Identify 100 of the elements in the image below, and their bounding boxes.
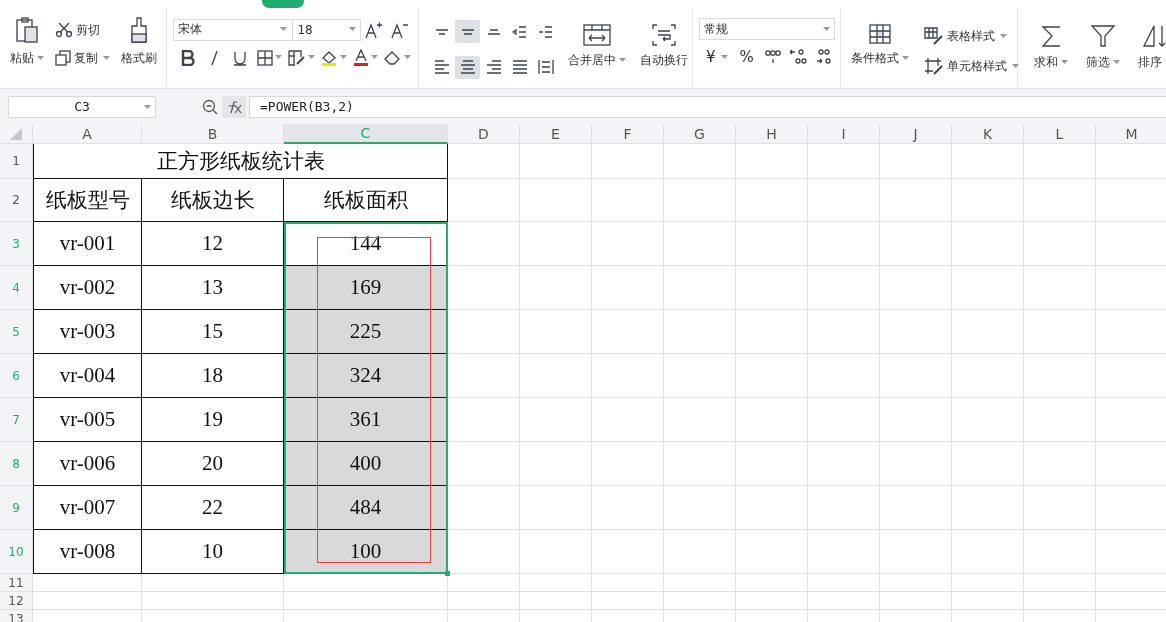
empty-cell bbox=[1024, 222, 1096, 266]
thousands-icon bbox=[763, 48, 782, 66]
copy-icon bbox=[55, 50, 71, 66]
align-icon bbox=[458, 58, 477, 76]
empty-cell bbox=[880, 222, 952, 266]
name-box[interactable]: C3 bbox=[8, 95, 156, 118]
table-style-button[interactable]: 表格样式 bbox=[921, 24, 1022, 48]
column-header[interactable]: K bbox=[952, 124, 1024, 144]
table-cell: vr-002 bbox=[33, 266, 142, 310]
empty-cell bbox=[592, 592, 664, 610]
table-cell: 361 bbox=[284, 398, 448, 442]
empty-cell bbox=[880, 530, 952, 574]
table-cell: vr-004 bbox=[33, 354, 142, 398]
wrap-text-button[interactable]: 自动换行 bbox=[636, 14, 692, 87]
sort-button[interactable]: 排序 bbox=[1134, 14, 1166, 87]
row-header[interactable]: 11 bbox=[0, 574, 33, 592]
column-header[interactable]: D bbox=[448, 124, 520, 144]
currency-button[interactable]: ¥ bbox=[703, 45, 731, 69]
sigma-icon bbox=[1040, 24, 1062, 48]
empty-cell bbox=[952, 486, 1024, 530]
caret-icon bbox=[37, 56, 44, 61]
bold-icon bbox=[181, 49, 195, 66]
sum-button[interactable]: 求和 bbox=[1030, 14, 1072, 87]
filter-button[interactable]: 筛选 bbox=[1082, 14, 1124, 87]
number-format-field[interactable]: 常规 bbox=[699, 18, 835, 40]
row-header[interactable]: 2 bbox=[0, 179, 33, 222]
font-name-field[interactable]: 宋体 bbox=[173, 18, 292, 41]
column-header[interactable]: E bbox=[520, 124, 592, 144]
column-header[interactable]: A bbox=[33, 124, 142, 144]
table-brush-icon bbox=[924, 27, 944, 45]
column-title: 纸板型号 bbox=[33, 179, 142, 222]
table-grid-icon bbox=[869, 24, 891, 44]
underline-icon bbox=[233, 49, 248, 66]
empty-cell bbox=[880, 144, 952, 179]
paste-button[interactable]: 粘贴 bbox=[6, 14, 48, 87]
empty-cell bbox=[592, 530, 664, 574]
merge-center-button[interactable]: 合并居中 bbox=[564, 14, 630, 87]
empty-cell bbox=[808, 574, 880, 592]
empty-cell bbox=[736, 266, 808, 310]
empty-cell bbox=[736, 179, 808, 222]
table-cell: 13 bbox=[142, 266, 284, 310]
empty-cell bbox=[808, 398, 880, 442]
cell-brush-icon bbox=[924, 57, 944, 75]
empty-cell bbox=[736, 354, 808, 398]
align-icon bbox=[432, 58, 451, 76]
percent-button[interactable]: % bbox=[736, 45, 757, 69]
grid-icon bbox=[256, 49, 273, 66]
empty-cell bbox=[520, 266, 592, 310]
row-header[interactable]: 12 bbox=[0, 592, 33, 610]
column-header[interactable]: H bbox=[736, 124, 808, 144]
empty-cell bbox=[736, 442, 808, 486]
empty-cell bbox=[664, 530, 736, 574]
format-painter-button[interactable]: 格式刷 bbox=[117, 14, 161, 87]
empty-cell bbox=[1024, 179, 1096, 222]
empty-cell bbox=[592, 398, 664, 442]
table-cell: 324 bbox=[284, 354, 448, 398]
caret-icon bbox=[619, 58, 626, 63]
empty-cell bbox=[448, 222, 520, 266]
column-header[interactable]: L bbox=[1024, 124, 1096, 144]
column-header[interactable]: M bbox=[1096, 124, 1166, 144]
fill-handle[interactable] bbox=[445, 571, 450, 576]
row-header[interactable]: 13 bbox=[0, 610, 33, 622]
column-header[interactable]: F bbox=[592, 124, 664, 144]
caret-icon bbox=[1061, 60, 1068, 65]
merge-cells-icon bbox=[583, 24, 611, 46]
empty-cell bbox=[592, 222, 664, 266]
align-button[interactable] bbox=[455, 55, 480, 79]
empty-cell bbox=[520, 354, 592, 398]
empty-cell bbox=[808, 266, 880, 310]
column-header[interactable]: B bbox=[142, 124, 284, 144]
empty-cell bbox=[592, 354, 664, 398]
zoom-icon[interactable] bbox=[202, 98, 218, 115]
table-cell: 20 bbox=[142, 442, 284, 486]
empty-cell bbox=[952, 530, 1024, 574]
font-size-field[interactable]: 18 bbox=[292, 18, 362, 41]
table-cell: vr-006 bbox=[33, 442, 142, 486]
font-color-icon bbox=[353, 48, 370, 67]
brush-icon bbox=[129, 16, 149, 44]
column-header[interactable]: I bbox=[808, 124, 880, 144]
pencil-grid-icon bbox=[287, 49, 306, 66]
empty-cell bbox=[808, 442, 880, 486]
formula-field[interactable]: =POWER(B3,2) bbox=[249, 95, 1166, 118]
column-header[interactable]: G bbox=[664, 124, 736, 144]
empty-cell bbox=[520, 592, 592, 610]
cell-style-button[interactable]: 单元格样式 bbox=[921, 54, 1022, 78]
empty-cell bbox=[808, 354, 880, 398]
empty-cell bbox=[592, 310, 664, 354]
align-button[interactable] bbox=[455, 20, 480, 43]
empty-cell bbox=[736, 222, 808, 266]
decrease-decimal-icon bbox=[815, 48, 834, 66]
empty-cell bbox=[520, 398, 592, 442]
column-header[interactable]: J bbox=[880, 124, 952, 144]
row-header[interactable]: 1 bbox=[0, 144, 33, 179]
copy-button[interactable]: 复制 bbox=[52, 46, 113, 70]
sort-icon bbox=[1142, 24, 1166, 48]
empty-cell bbox=[664, 486, 736, 530]
function-button[interactable] bbox=[222, 95, 246, 118]
cut-button[interactable]: 剪切 bbox=[52, 18, 113, 42]
conditional-format-button[interactable]: 条件格式 bbox=[847, 14, 913, 87]
align-icon bbox=[510, 58, 529, 76]
